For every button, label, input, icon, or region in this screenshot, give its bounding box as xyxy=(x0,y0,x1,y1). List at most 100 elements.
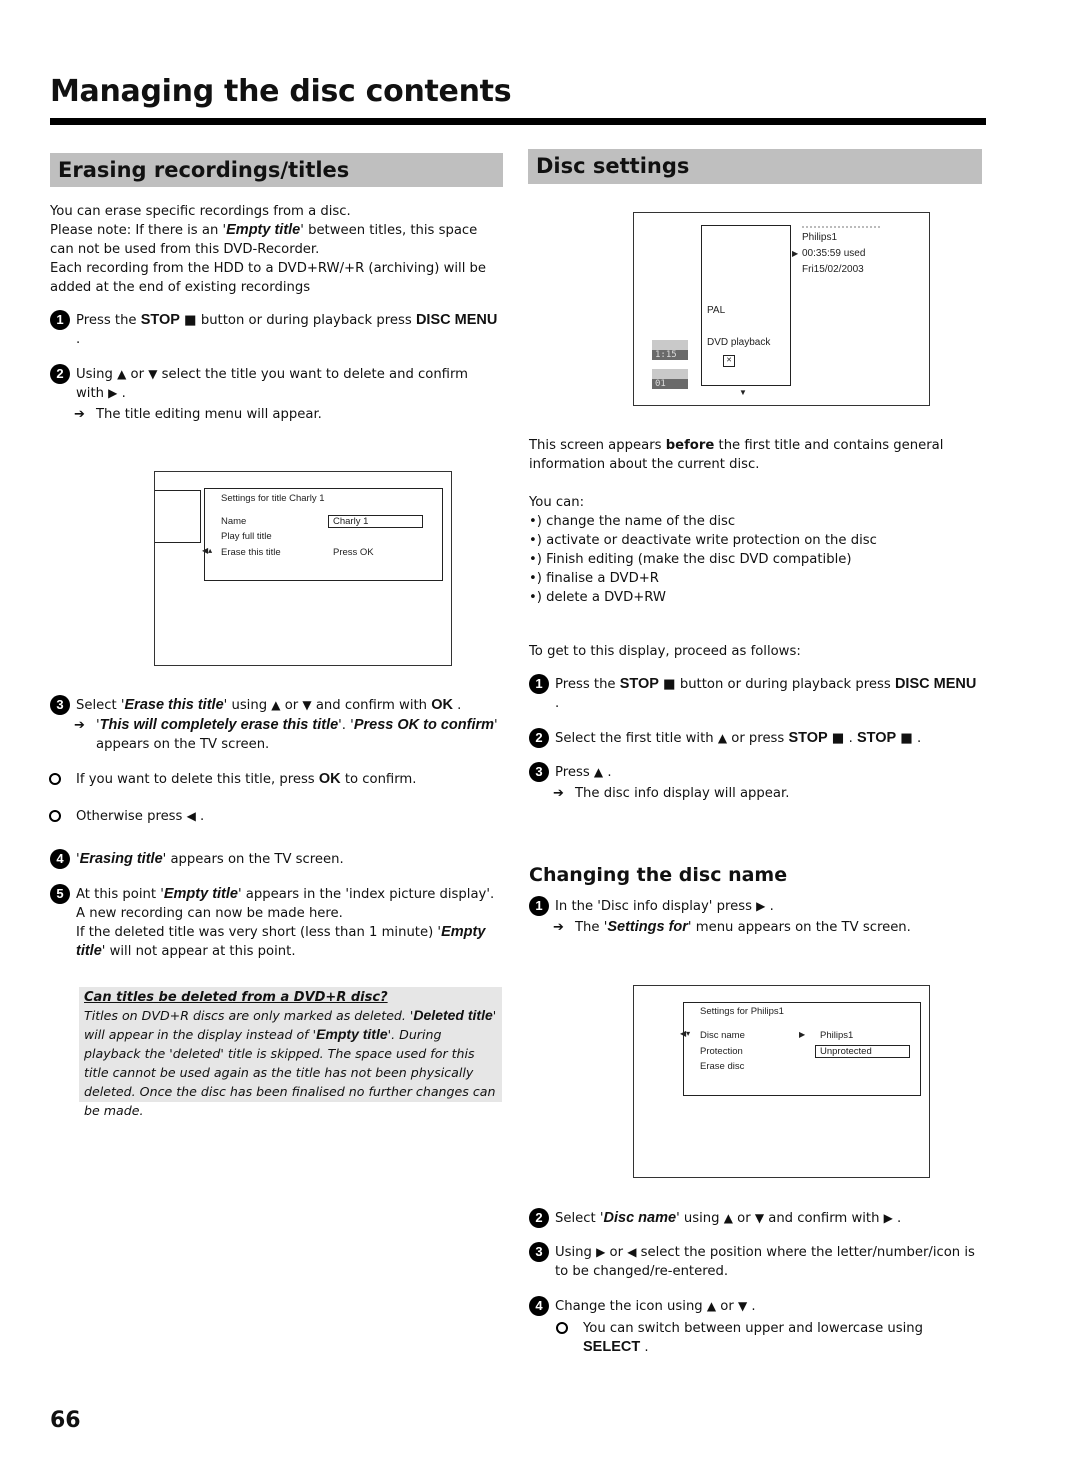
text: The ' xyxy=(575,920,608,935)
text: or xyxy=(716,1299,738,1314)
tv-title-settings-screen: Settings for title Charly 1 Name Charly … xyxy=(154,471,452,666)
scroll-down-icon[interactable]: ▼ xyxy=(739,388,747,397)
step-text: Select 'Erase this title' using ▲ or ▼ a… xyxy=(49,696,505,828)
video-format: PAL xyxy=(707,305,726,316)
text: Press the xyxy=(555,677,620,692)
text: . xyxy=(555,696,560,711)
text: At this point ' xyxy=(76,887,164,902)
left-arrow-icon: ◀ xyxy=(186,809,196,823)
menu-item-protection[interactable]: Protection xyxy=(700,1046,743,1057)
select-key: SELECT xyxy=(583,1339,641,1355)
text: ' using xyxy=(223,698,272,713)
step-number: 2 xyxy=(529,728,549,748)
text: . xyxy=(765,899,774,914)
step-number: 3 xyxy=(529,762,549,782)
down-arrow-icon: ▼ xyxy=(737,1299,748,1313)
text: Select ' xyxy=(76,698,125,713)
text: Press xyxy=(555,765,594,780)
text: button or during playback press xyxy=(675,677,895,692)
menu-item-erase-this-title[interactable]: Erase this title xyxy=(221,547,281,558)
list-item: •) finalise a DVD+R xyxy=(529,571,659,586)
text: Change the icon using xyxy=(555,1299,707,1314)
page-number: 66 xyxy=(50,1408,81,1433)
ok-key: OK xyxy=(431,697,453,713)
emphasis: This will completely erase this title xyxy=(99,717,339,733)
emphasis: Press OK to confirm xyxy=(353,717,495,733)
step-number: 4 xyxy=(529,1296,549,1316)
step-text: At this point 'Empty title' appears in t… xyxy=(76,885,505,961)
text: . xyxy=(195,809,205,824)
step-text: Using ▲ or ▼ select the title you want t… xyxy=(74,365,500,424)
text: If the deleted title was very short (les… xyxy=(76,925,442,940)
step-text: Using ▶ or ◀ select the position where t… xyxy=(555,1243,979,1281)
text: . xyxy=(117,386,126,401)
disc-name-value: Philips1 xyxy=(820,1030,854,1041)
protection-field[interactable]: Unprotected xyxy=(815,1045,910,1058)
name-step-2: 2 Select 'Disc name' using ▲ or ▼ and co… xyxy=(529,1208,979,1228)
step-text: 'Erasing title' appears on the TV screen… xyxy=(76,850,344,869)
step-result: ➔ 'This will completely erase this title'… xyxy=(74,716,505,754)
up-arrow-icon: ▲ xyxy=(117,367,127,381)
up-arrow-icon: ▲ xyxy=(271,698,281,712)
step-text: Select 'Disc name' using ▲ or ▼ and conf… xyxy=(555,1209,901,1228)
right-arrow-icon: ▶ xyxy=(596,1245,606,1259)
disc-menu-key: DISC MENU xyxy=(894,676,977,692)
step-number: 3 xyxy=(529,1242,549,1262)
disc-settings-menu: Settings for Philips1 ◀▾ Disc name ▶ Phi… xyxy=(680,1002,921,1096)
text: Otherwise press ◀ . xyxy=(76,807,204,826)
note-title: Can titles be deleted from a DVD+R disc? xyxy=(84,990,388,1005)
name-field[interactable]: Charly 1 xyxy=(328,515,423,528)
list-item: •) Finish editing (make the disc DVD com… xyxy=(529,552,852,567)
step-text: Press the STOP ■ button or during playba… xyxy=(76,311,500,349)
option-confirm: If you want to delete this title, press … xyxy=(48,770,505,791)
you-can-label: You can: xyxy=(529,495,585,510)
disc-info-panel: PAL DVD playback ✕ xyxy=(701,225,791,386)
menu-item-disc-name[interactable]: Disc name xyxy=(700,1030,745,1041)
disc-step-1: 1 Press the STOP ■ button or during play… xyxy=(529,674,979,713)
text: Otherwise press xyxy=(76,809,187,824)
step-number: 1 xyxy=(529,896,549,916)
text: You can switch between upper and lowerca… xyxy=(583,1321,924,1336)
step-number: 1 xyxy=(529,674,549,694)
menu-item-erase-disc[interactable]: Erase disc xyxy=(700,1061,744,1072)
text: . xyxy=(747,1299,756,1314)
up-arrow-icon: ▲ xyxy=(723,1211,733,1225)
name-step-3: 3 Using ▶ or ◀ select the position where… xyxy=(529,1242,979,1281)
up-arrow-icon: ▲ xyxy=(593,765,604,779)
selection-cursor-icon: ◀▴ xyxy=(202,546,213,555)
tv-disc-settings-screen: Settings for Philips1 ◀▾ Disc name ▶ Phi… xyxy=(633,985,930,1178)
step-text: In the 'Disc info display' press ▶ . ➔ Th… xyxy=(553,897,911,937)
title-rule xyxy=(50,118,986,125)
pointer-icon: ▶ xyxy=(792,249,799,258)
erasing-step-5: 5 At this point 'Empty title' appears in… xyxy=(50,884,505,961)
step-line: At this point 'Empty title' appears in t… xyxy=(76,885,505,923)
step-result: ➔ The 'Settings for' menu appears on the … xyxy=(553,918,911,937)
write-protect-icon: ✕ xyxy=(723,355,735,367)
erasing-intro: You can erase specific recordings from a… xyxy=(50,202,500,297)
option-circle-icon xyxy=(48,770,76,791)
section-title-erasing: Erasing recordings/titles xyxy=(50,153,503,187)
menu-item-play-full-title[interactable]: Play full title xyxy=(221,531,272,542)
text: 'This will completely erase this title'.… xyxy=(96,716,505,754)
disc-settings-intro: This screen appears before the first tit… xyxy=(529,436,979,474)
step-line: Change the icon using ▲ or ▼ . xyxy=(555,1297,923,1316)
disc-step-3: 3 Press ▲ . ➔ The disc info display will … xyxy=(529,762,979,803)
used-time: 00:35:59 used xyxy=(802,248,866,259)
disc-name: Philips1 xyxy=(802,232,838,243)
down-arrow-icon: ▼ xyxy=(754,1211,765,1225)
emphasis: Erasing title xyxy=(79,851,163,867)
result-arrow-icon: ➔ xyxy=(553,920,564,935)
tv-disc-info-screen: PAL DVD playback ✕ ▼ Philips1 ▶ 00:35:59… xyxy=(633,212,930,406)
up-arrow-icon: ▲ xyxy=(717,731,728,745)
text: . xyxy=(603,765,612,780)
menu-item-name[interactable]: Name xyxy=(221,516,246,527)
stop-key: STOP xyxy=(619,676,659,692)
step-text: Press ▲ . ➔ The disc info display will ap… xyxy=(553,763,789,803)
text: button or during playback press xyxy=(196,313,416,328)
right-arrow-icon: ▶ xyxy=(756,899,766,913)
intro-line-2: Please note: If there is an 'Empty title… xyxy=(50,221,500,259)
text: or xyxy=(605,1245,628,1260)
text: . xyxy=(912,731,922,746)
text: or xyxy=(126,367,149,382)
text: Titles on DVD+R discs are only marked as… xyxy=(84,1008,414,1023)
